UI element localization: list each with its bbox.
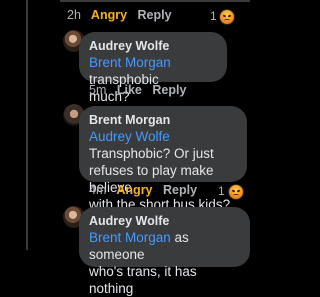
timestamp[interactable]: 4m bbox=[89, 183, 106, 197]
divider bbox=[60, 0, 250, 2]
comment-author[interactable]: Audrey Wolfe bbox=[89, 213, 240, 229]
react-button[interactable]: Angry bbox=[91, 8, 127, 22]
thread-line bbox=[26, 0, 28, 250]
comment-actions: 2h Angry Reply bbox=[67, 8, 179, 22]
reply-button[interactable]: Reply bbox=[138, 8, 172, 22]
mention-link[interactable]: Brent Morgan bbox=[89, 55, 171, 70]
comment-author[interactable]: Audrey Wolfe bbox=[89, 38, 217, 54]
timestamp[interactable]: 2h bbox=[67, 8, 81, 22]
mention-link[interactable]: Brent Morgan bbox=[89, 230, 171, 245]
comment-bubble: Brent Morgan Audrey Wolfe Transphobic? Or… bbox=[79, 106, 247, 212]
comment-text: Brent Morgan transphobic much? bbox=[89, 55, 171, 104]
comment-bubble: Audrey Wolfe Brent Morgan as someone who'… bbox=[79, 207, 250, 296]
comment-actions: 5m Like Reply bbox=[89, 83, 193, 97]
reply-button[interactable]: Reply bbox=[152, 83, 186, 97]
mention-link[interactable]: Audrey Wolfe bbox=[89, 129, 170, 144]
timestamp[interactable]: 5m bbox=[89, 83, 106, 97]
comment-bubble: Audrey Wolfe Brent Morgan transphobic muc… bbox=[79, 32, 227, 104]
like-button[interactable]: Like bbox=[117, 83, 142, 97]
reply-button[interactable]: Reply bbox=[163, 183, 197, 197]
comment-author[interactable]: Brent Morgan bbox=[89, 112, 237, 128]
reaction-count[interactable]: 1 bbox=[210, 9, 217, 23]
reaction-count[interactable]: 1 bbox=[218, 184, 225, 198]
comment-text: Audrey Wolfe Transphobic? Or just refuses … bbox=[89, 129, 231, 212]
angry-emoji-icon[interactable] bbox=[219, 9, 235, 25]
angry-emoji-icon[interactable] bbox=[228, 184, 244, 200]
comment-actions: 4m Angry Reply bbox=[89, 183, 204, 197]
comment-text: Brent Morgan as someone who's trans, it h… bbox=[89, 230, 197, 296]
react-button[interactable]: Angry bbox=[116, 183, 152, 197]
